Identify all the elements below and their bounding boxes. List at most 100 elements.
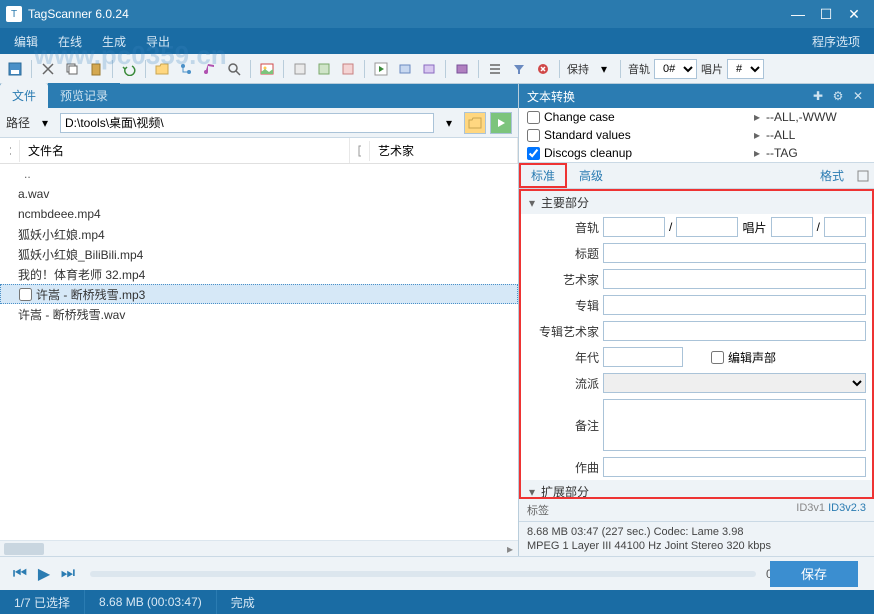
browse-button[interactable] bbox=[464, 112, 486, 134]
tool2-icon[interactable] bbox=[313, 58, 335, 80]
genre-select[interactable] bbox=[603, 373, 866, 393]
settings-icon[interactable]: ⚙ bbox=[830, 88, 846, 104]
progress-bar[interactable] bbox=[90, 571, 756, 577]
search-icon[interactable] bbox=[223, 58, 245, 80]
save-icon[interactable] bbox=[4, 58, 26, 80]
album-artist-input[interactable] bbox=[603, 321, 866, 341]
close-button[interactable]: ✕ bbox=[840, 4, 868, 24]
file-row[interactable]: .. bbox=[0, 164, 518, 184]
menu-generate[interactable]: 生成 bbox=[92, 29, 136, 54]
artist-input[interactable] bbox=[603, 269, 866, 289]
menu-edit[interactable]: 编辑 bbox=[4, 29, 48, 54]
transform-checkbox[interactable] bbox=[527, 147, 540, 160]
add-icon[interactable]: ✚ bbox=[810, 88, 826, 104]
track-total-input[interactable] bbox=[676, 217, 738, 237]
clear-icon[interactable] bbox=[532, 58, 554, 80]
path-history-icon[interactable]: ▾ bbox=[438, 112, 460, 134]
next-button[interactable]: ⏭ bbox=[56, 562, 80, 586]
transform-row[interactable]: Standard values▸--ALL bbox=[519, 126, 874, 144]
file-list[interactable]: ..a.wavncmbdeee.mp4狐妖小红娘.mp4狐妖小红娘_BiliBi… bbox=[0, 164, 518, 540]
path-dropdown-icon[interactable]: ▾ bbox=[34, 112, 56, 134]
disc-total-input[interactable] bbox=[824, 217, 866, 237]
go-button[interactable] bbox=[490, 112, 512, 134]
edit-part-checkbox[interactable] bbox=[711, 351, 724, 364]
folder-icon[interactable] bbox=[151, 58, 173, 80]
file-row[interactable]: 我的！体育老师 32.mp4 bbox=[0, 264, 518, 284]
section-ext[interactable]: ▾扩展部分 bbox=[521, 480, 872, 499]
maximize-button[interactable]: ☐ bbox=[812, 4, 840, 24]
app-title: TagScanner 6.0.24 bbox=[28, 7, 784, 21]
track-format-select[interactable]: 0# bbox=[654, 59, 697, 79]
tag3-icon[interactable] bbox=[451, 58, 473, 80]
tag2-icon[interactable] bbox=[418, 58, 440, 80]
info-line1: 8.68 MB 03:47 (227 sec.) Codec: Lame 3.9… bbox=[527, 525, 866, 539]
status-bar: 1/7 已选择 8.68 MB (00:03:47) 完成 bbox=[0, 590, 874, 614]
label-album-artist: 专辑艺术家 bbox=[527, 323, 599, 340]
label-title: 标题 bbox=[527, 245, 599, 262]
file-row[interactable]: 狐妖小红娘_BiliBili.mp4 bbox=[0, 244, 518, 264]
filter-icon[interactable] bbox=[508, 58, 530, 80]
play-icon[interactable] bbox=[370, 58, 392, 80]
save-button[interactable]: 保存 bbox=[770, 561, 858, 587]
label-disc: 唱片 bbox=[742, 219, 766, 236]
keep-label: 保持 bbox=[565, 61, 591, 77]
tool1-icon[interactable] bbox=[289, 58, 311, 80]
menu-program-options[interactable]: 程序选项 bbox=[802, 29, 870, 54]
disc-format-select[interactable]: # bbox=[727, 59, 764, 79]
tab-preview[interactable]: 预览记录 bbox=[48, 83, 120, 108]
composer-input[interactable] bbox=[603, 457, 866, 477]
tag1-icon[interactable] bbox=[394, 58, 416, 80]
prev-button[interactable]: ⏮ bbox=[8, 562, 32, 586]
minimize-button[interactable]: — bbox=[784, 4, 812, 24]
format-link[interactable]: 格式 bbox=[812, 167, 852, 184]
title-input[interactable] bbox=[603, 243, 866, 263]
file-row[interactable]: a.wav bbox=[0, 184, 518, 204]
play-button[interactable]: ▶ bbox=[32, 562, 56, 586]
dropdown-icon[interactable]: ▾ bbox=[593, 58, 615, 80]
tab-standard[interactable]: 标准 bbox=[519, 163, 567, 188]
row-track: 音轨 / 唱片 / bbox=[521, 214, 872, 240]
id3v23-badge[interactable]: ID3v2.3 bbox=[828, 502, 866, 518]
undo-icon[interactable] bbox=[118, 58, 140, 80]
note-icon[interactable] bbox=[199, 58, 221, 80]
branch-icon[interactable] bbox=[175, 58, 197, 80]
menu-export[interactable]: 导出 bbox=[136, 29, 180, 54]
label-artist: 艺术家 bbox=[527, 271, 599, 288]
disc-num-input[interactable] bbox=[771, 217, 813, 237]
panel-menu-icon[interactable] bbox=[852, 165, 874, 187]
h-scrollbar[interactable]: ▸ bbox=[0, 540, 518, 556]
menu-online[interactable]: 在线 bbox=[48, 29, 92, 54]
artist-column[interactable]: 艺术家 bbox=[370, 138, 518, 163]
comment-textarea[interactable] bbox=[603, 399, 866, 451]
transform-checkbox[interactable] bbox=[527, 129, 540, 142]
section-main[interactable]: ▾主要部分 bbox=[521, 191, 872, 214]
album-input[interactable] bbox=[603, 295, 866, 315]
col-icon[interactable] bbox=[350, 141, 370, 161]
year-input[interactable] bbox=[603, 347, 683, 367]
file-row[interactable]: 许嵩 - 断桥残雪.mp3 bbox=[0, 284, 518, 304]
list-icon[interactable] bbox=[484, 58, 506, 80]
transform-row[interactable]: Change case▸--ALL,-WWW bbox=[519, 108, 874, 126]
tool3-icon[interactable] bbox=[337, 58, 359, 80]
cut-icon[interactable] bbox=[37, 58, 59, 80]
path-input[interactable] bbox=[60, 113, 434, 133]
track-num-input[interactable] bbox=[603, 217, 665, 237]
file-row[interactable]: ncmbdeee.mp4 bbox=[0, 204, 518, 224]
paste-icon[interactable] bbox=[85, 58, 107, 80]
shuffle-column[interactable] bbox=[0, 140, 20, 162]
label-genre: 流派 bbox=[527, 375, 599, 392]
tab-file[interactable]: 文件 bbox=[0, 83, 48, 108]
id3v1-badge[interactable]: ID3v1 bbox=[796, 502, 825, 518]
close-panel-icon[interactable]: ✕ bbox=[850, 88, 866, 104]
transform-checkbox[interactable] bbox=[527, 111, 540, 124]
tag-footer: 标签 ID3v1 ID3v2.3 bbox=[519, 499, 874, 521]
file-row[interactable]: 许嵩 - 断桥残雪.wav bbox=[0, 304, 518, 324]
toolbar: 保持 ▾ 音轨 0# 唱片 # bbox=[0, 54, 874, 84]
file-row[interactable]: 狐妖小红娘.mp4 bbox=[0, 224, 518, 244]
copy-icon[interactable] bbox=[61, 58, 83, 80]
tab-advanced[interactable]: 高级 bbox=[567, 163, 615, 188]
filename-column[interactable]: 文件名 bbox=[20, 138, 350, 163]
label-year: 年代 bbox=[527, 349, 599, 366]
image-icon[interactable] bbox=[256, 58, 278, 80]
transform-row[interactable]: Discogs cleanup▸--TAG bbox=[519, 144, 874, 162]
